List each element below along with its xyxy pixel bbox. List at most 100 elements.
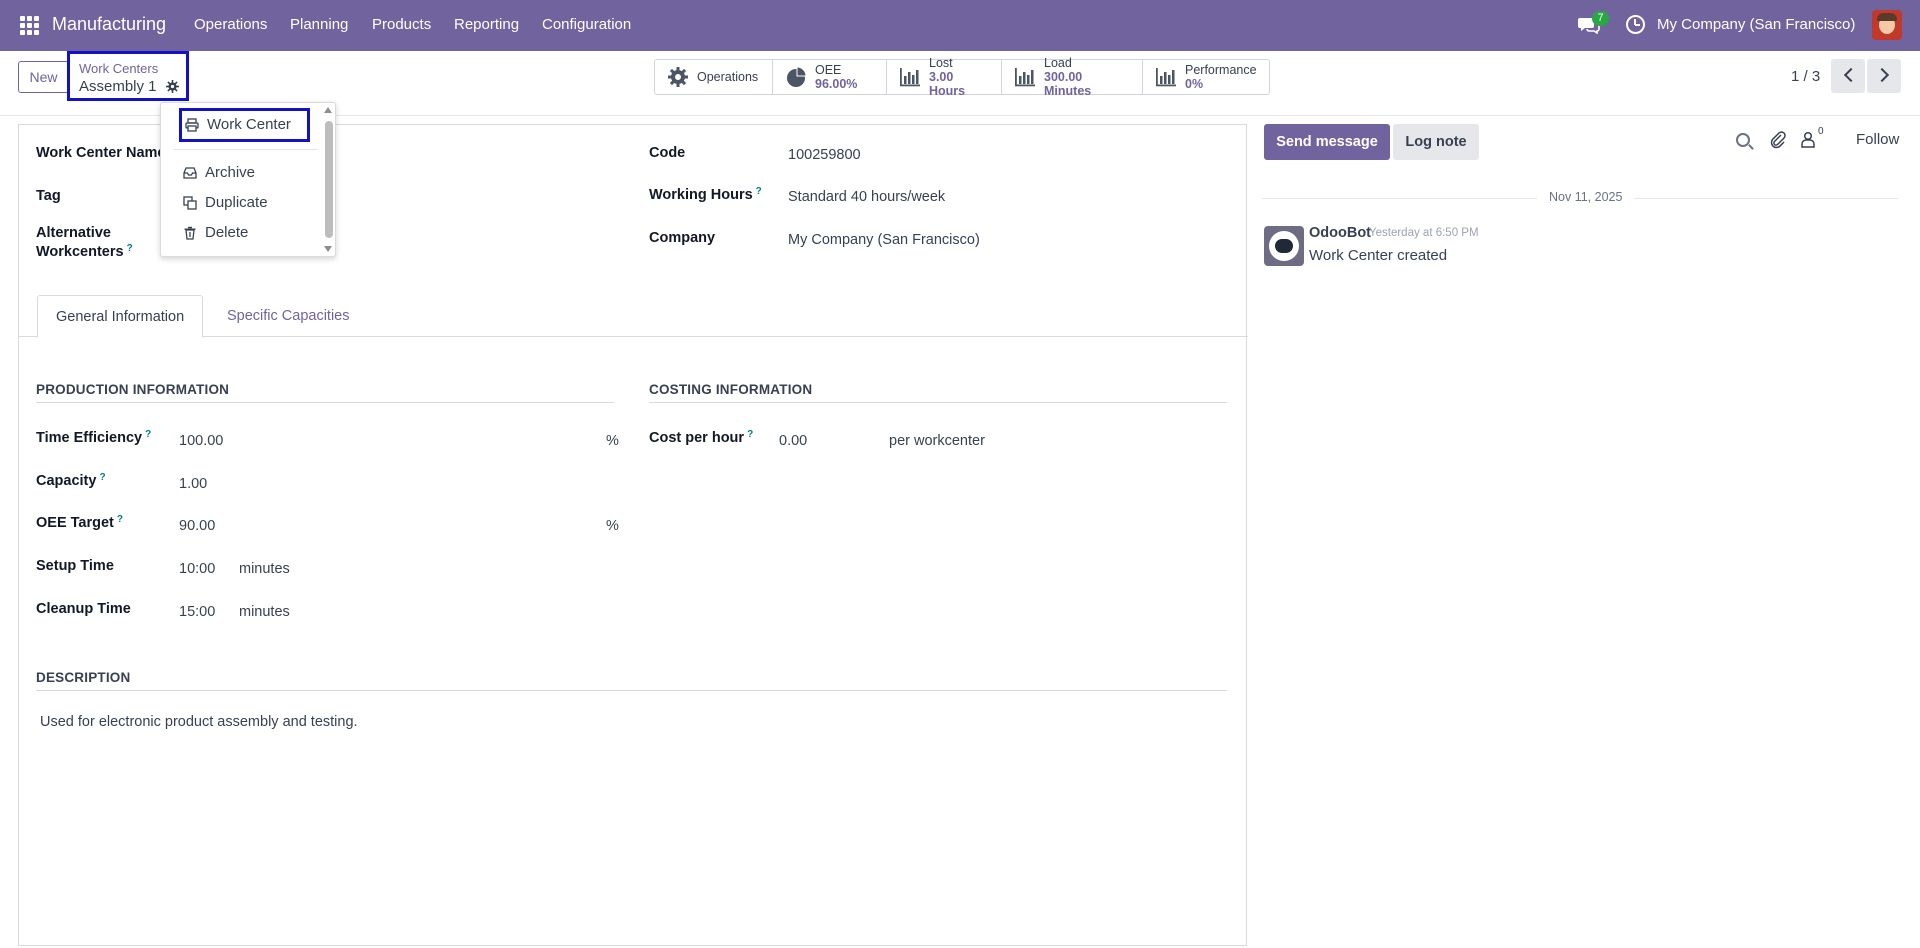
dropdown-scrollbar[interactable] — [325, 121, 333, 238]
breadcrumb: Work Centers Assembly 1 — [67, 51, 189, 101]
cleanup-time-field[interactable]: 15:00 — [179, 604, 215, 620]
smart-button-label: Performance — [1185, 63, 1257, 77]
chat-badge: 7 — [1592, 11, 1609, 26]
chatter-panel: Send message Log note 0 Follow Nov 11, 2… — [1262, 116, 1920, 948]
code-field[interactable]: 100259800 — [788, 147, 861, 163]
user-avatar[interactable] — [1872, 10, 1902, 40]
message-author[interactable]: OdooBot — [1309, 225, 1371, 241]
inbox-icon — [183, 166, 197, 179]
working-hours-label: Working Hours? — [649, 186, 762, 203]
code-label: Code — [649, 145, 686, 161]
time-efficiency-field[interactable]: 100.00 — [179, 433, 223, 449]
description-field[interactable]: Used for electronic product assembly and… — [40, 714, 358, 730]
duplicate-item[interactable]: Duplicate — [183, 194, 268, 211]
odoobot-avatar[interactable] — [1264, 226, 1304, 266]
gear-icon — [668, 67, 688, 87]
printer-icon — [185, 117, 199, 132]
help-tooltip-icon[interactable]: ? — [756, 186, 762, 197]
date-separator-label: Nov 11, 2025 — [1537, 190, 1635, 204]
smart-button-value: 96.00% — [815, 77, 858, 91]
oee-target-label: OEE Target? — [36, 514, 123, 531]
help-tooltip-icon[interactable]: ? — [99, 472, 105, 483]
help-tooltip-icon[interactable]: ? — [117, 514, 123, 525]
costing-information-title: COSTING INFORMATION — [649, 382, 813, 397]
help-tooltip-icon[interactable]: ? — [747, 429, 753, 440]
smart-button-label: Load — [1044, 56, 1072, 70]
cost-per-hour-field[interactable]: 0.00 — [779, 433, 807, 449]
alternative-label-line2: Workcenters — [36, 244, 124, 260]
performance-smart-button[interactable]: Performance 0% — [1143, 60, 1269, 94]
action-dropdown-menu: Work Center Archive Duplicate Delete — [160, 102, 336, 257]
menu-products[interactable]: Products — [372, 16, 431, 33]
alternative-workcenters-label: Alternative Workcenters? — [36, 225, 133, 264]
bar-chart-icon — [1015, 68, 1035, 87]
menu-operations[interactable]: Operations — [194, 16, 267, 33]
tab-general-information[interactable]: General Information — [37, 295, 204, 338]
bar-chart-icon — [1156, 68, 1176, 87]
pie-chart-icon — [787, 66, 807, 87]
activity-clock-icon[interactable] — [1626, 15, 1645, 34]
cost-per-hour-label: Cost per hour? — [649, 429, 754, 446]
message-body: Work Center created — [1309, 247, 1448, 264]
load-smart-button[interactable]: Load 300.00 Minutes — [1002, 56, 1143, 98]
pager-value[interactable]: 1 / 3 — [1791, 68, 1820, 85]
top-navbar: Manufacturing Operations Planning Produc… — [0, 0, 1920, 51]
smart-button-box: Operations OEE 96.00% Lost 3.00 Hours Lo… — [654, 56, 1270, 98]
chevron-right-icon — [1874, 67, 1890, 83]
pager-previous-button[interactable] — [1831, 59, 1865, 93]
app-name[interactable]: Manufacturing — [52, 14, 166, 35]
description-title: DESCRIPTION — [36, 670, 131, 685]
setup-time-unit: minutes — [239, 561, 290, 577]
company-field[interactable]: My Company (San Francisco) — [788, 232, 980, 248]
search-icon[interactable] — [1736, 133, 1750, 147]
follow-button[interactable]: Follow — [1856, 131, 1899, 148]
working-hours-field[interactable]: Standard 40 hours/week — [788, 189, 945, 205]
cleanup-time-label: Cleanup Time — [36, 601, 131, 617]
oee-smart-button[interactable]: OEE 96.00% — [773, 60, 887, 94]
scroll-up-arrow-icon[interactable] — [324, 107, 332, 113]
delete-label: Delete — [205, 224, 249, 241]
menu-configuration[interactable]: Configuration — [542, 16, 631, 33]
follower-count: 0 — [1818, 126, 1824, 137]
setup-time-label: Setup Time — [36, 558, 114, 574]
trash-icon — [184, 226, 196, 240]
new-button[interactable]: New — [18, 61, 69, 93]
setup-time-field[interactable]: 10:00 — [179, 561, 215, 577]
tab-specific-capacities[interactable]: Specific Capacities — [209, 295, 368, 338]
archive-label: Archive — [205, 164, 256, 181]
operations-smart-button[interactable]: Operations — [655, 60, 773, 94]
bar-chart-icon — [900, 68, 920, 87]
section-divider — [36, 690, 1227, 691]
archive-item[interactable]: Archive — [183, 164, 255, 181]
duplicate-label: Duplicate — [205, 194, 268, 211]
delete-item[interactable]: Delete — [183, 224, 248, 241]
gear-icon[interactable] — [166, 80, 179, 93]
message-timestamp: Yesterday at 6:50 PM — [1369, 227, 1479, 239]
follower-icon[interactable] — [1800, 131, 1816, 149]
capacity-field[interactable]: 1.00 — [179, 476, 207, 492]
pager-next-button[interactable] — [1867, 59, 1901, 93]
print-work-center-item[interactable]: Work Center — [185, 116, 291, 133]
smart-button-label: Lost — [929, 56, 953, 70]
help-tooltip-icon[interactable]: ? — [145, 429, 151, 440]
section-divider — [649, 402, 1227, 403]
send-message-button[interactable]: Send message — [1264, 124, 1390, 160]
smart-button-label: Operations — [697, 70, 759, 84]
breadcrumb-parent-link[interactable]: Work Centers — [79, 61, 158, 76]
avatar-visor — [1275, 239, 1293, 253]
company-switcher[interactable]: My Company (San Francisco) — [1657, 16, 1855, 33]
log-note-button[interactable]: Log note — [1393, 124, 1479, 160]
paperclip-icon[interactable] — [1770, 131, 1786, 149]
apps-menu-icon[interactable] — [20, 16, 39, 35]
scroll-down-arrow-icon[interactable] — [324, 246, 332, 252]
menu-reporting[interactable]: Reporting — [454, 16, 519, 33]
oee-target-unit: % — [606, 518, 619, 534]
smart-button-label: OEE — [815, 63, 842, 77]
help-tooltip-icon[interactable]: ? — [127, 243, 133, 254]
menu-planning[interactable]: Planning — [290, 16, 348, 33]
oee-target-field[interactable]: 90.00 — [179, 518, 215, 534]
smart-button-value: 300.00 Minutes — [1044, 70, 1092, 98]
lost-smart-button[interactable]: Lost 3.00 Hours — [887, 56, 1002, 98]
menu-divider — [173, 149, 318, 150]
tag-label: Tag — [36, 188, 61, 204]
